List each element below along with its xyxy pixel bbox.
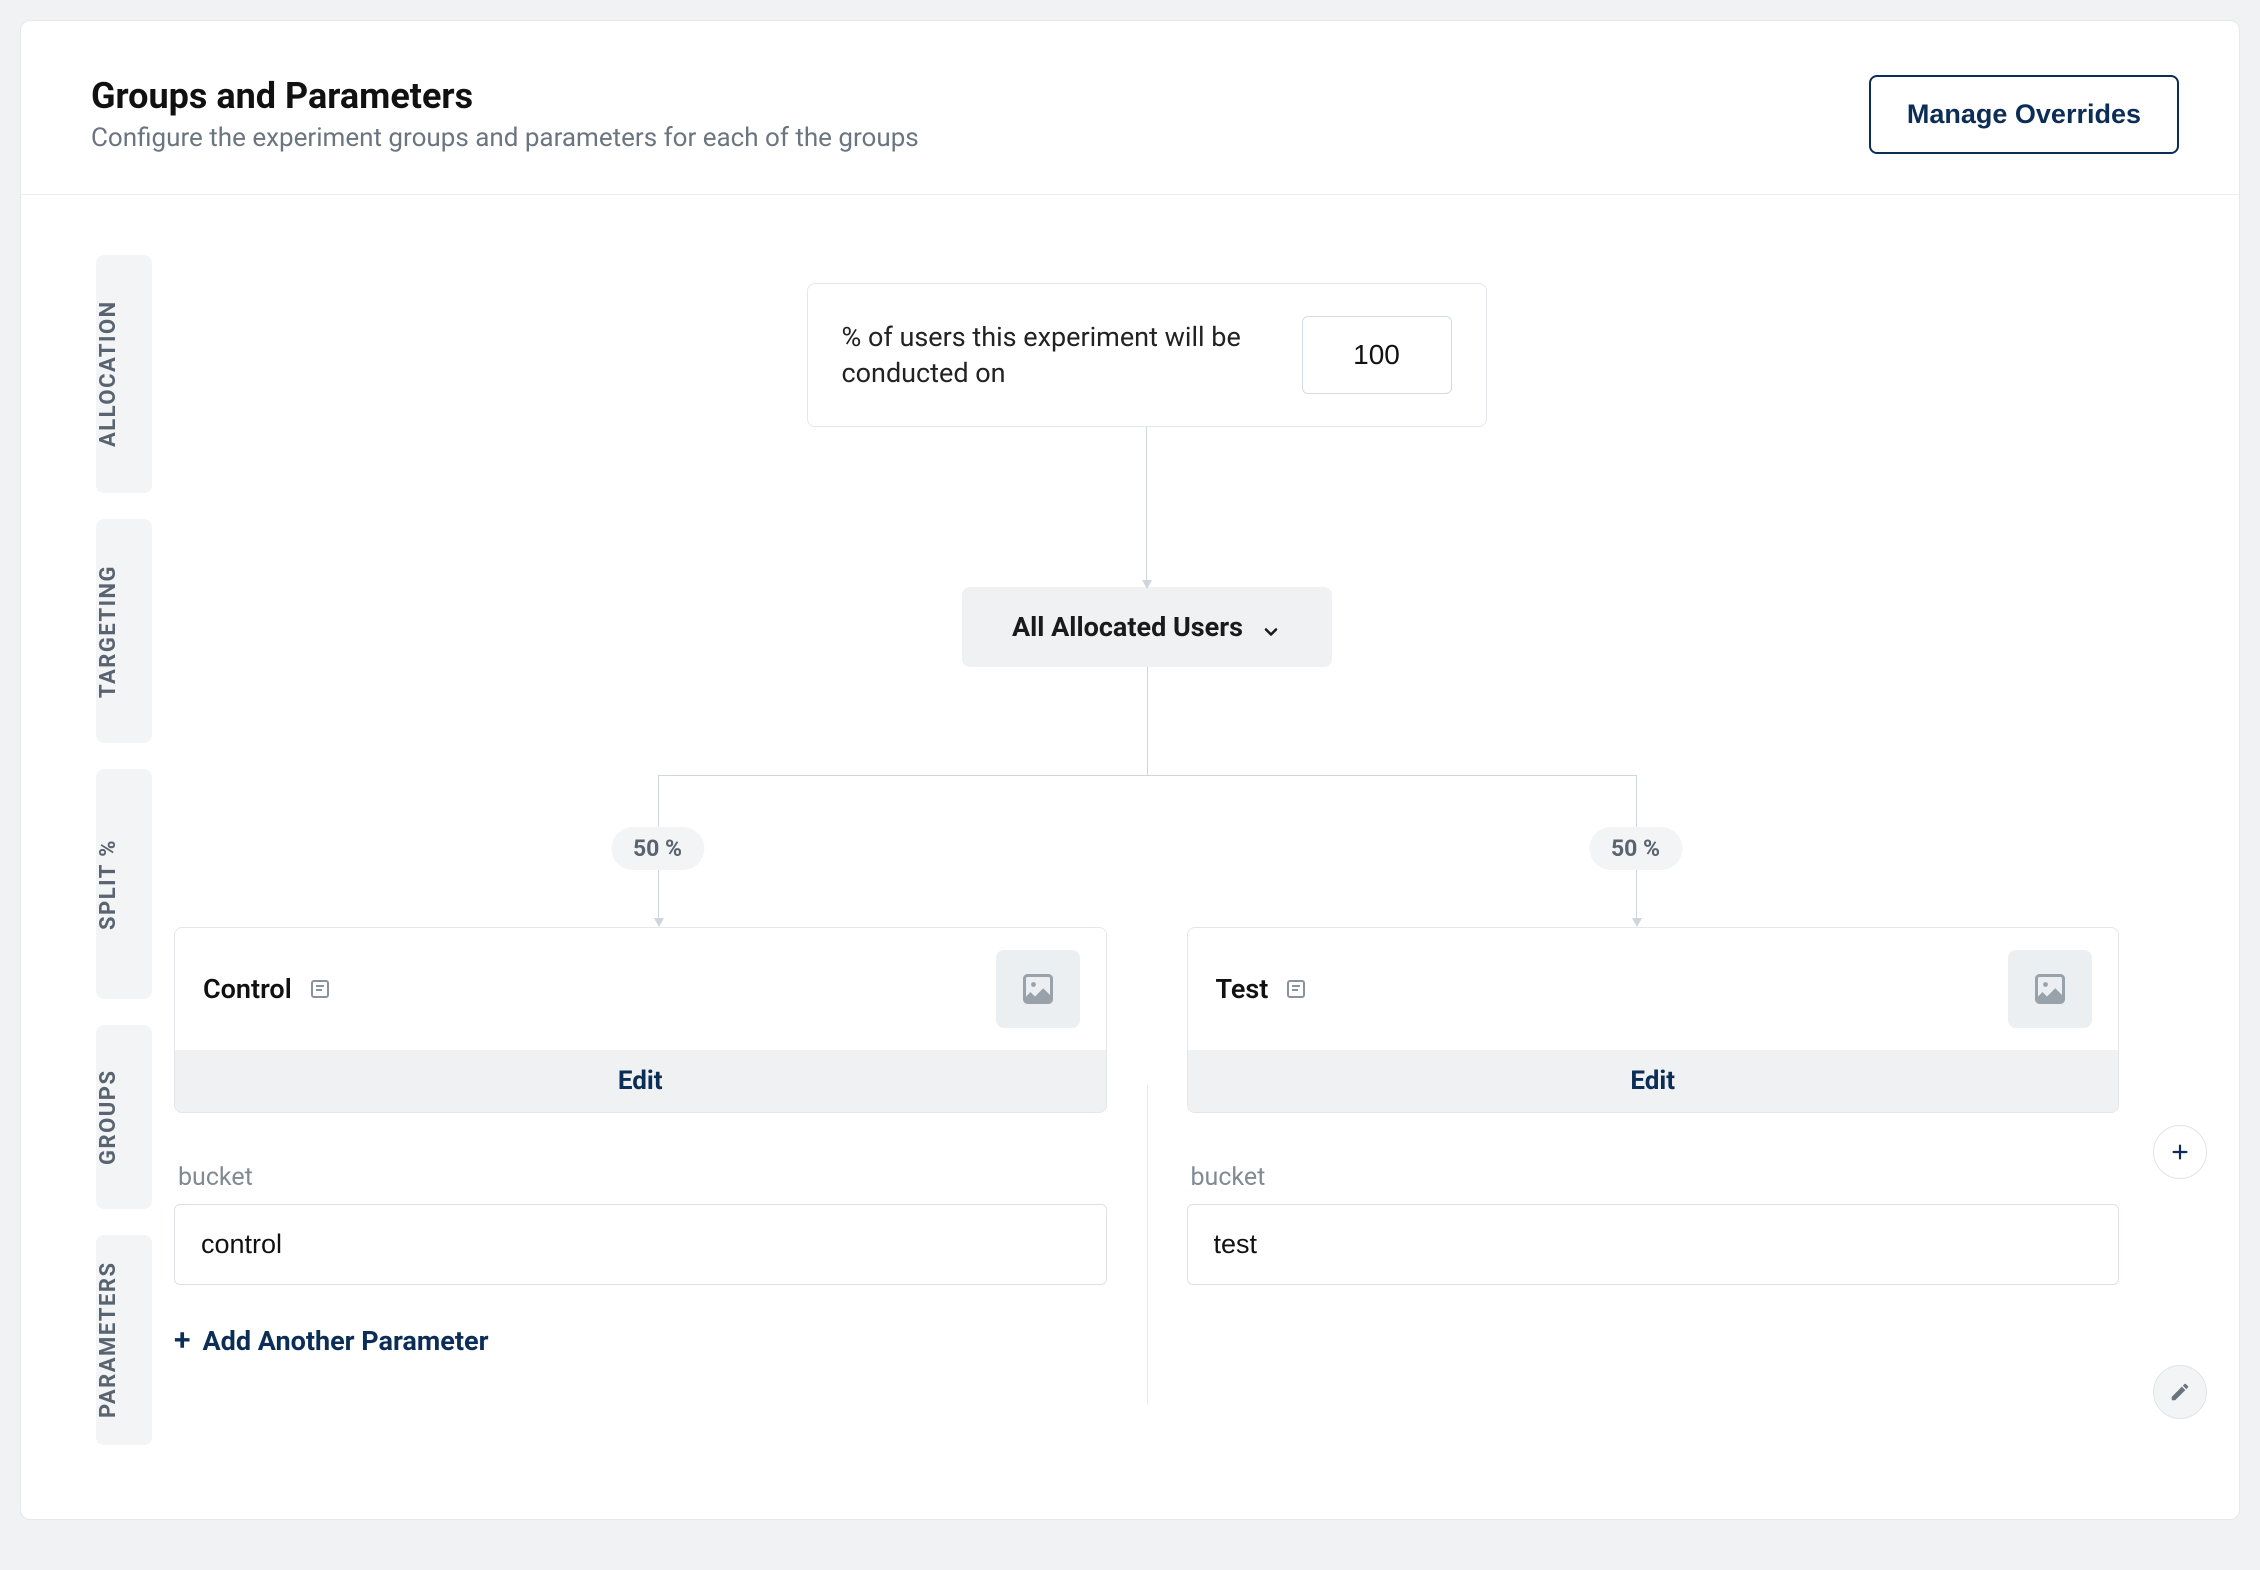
allocation-card: % of users this experiment will be condu…	[807, 283, 1487, 427]
rail-groups: GROUPS	[96, 1025, 152, 1209]
split-diagram: 50 % 50 %	[174, 667, 2119, 937]
group-column-control: Control Edit	[174, 927, 1107, 1358]
add-group-button[interactable]	[2153, 1125, 2207, 1179]
allocation-label: % of users this experiment will be condu…	[842, 319, 1262, 392]
add-parameter-label: Add Another Parameter	[203, 1325, 489, 1357]
note-icon[interactable]	[1284, 977, 1308, 1001]
connector-allocation-targeting	[1146, 427, 1147, 587]
chevron-down-icon	[1261, 617, 1281, 637]
rail-targeting: TARGETING	[96, 519, 152, 743]
targeting-dropdown[interactable]: All Allocated Users	[962, 587, 1332, 667]
split-percent-right: 50 %	[1589, 827, 1682, 870]
add-parameter-button[interactable]: + Add Another Parameter	[174, 1323, 488, 1358]
edit-parameters-button[interactable]	[2153, 1365, 2207, 1419]
parameter-value-input[interactable]	[174, 1204, 1107, 1285]
image-icon	[1020, 971, 1056, 1007]
panel-title: Groups and Parameters	[91, 75, 919, 117]
groups-parameters-panel: Groups and Parameters Configure the expe…	[20, 20, 2240, 1520]
panel-header: Groups and Parameters Configure the expe…	[21, 21, 2239, 195]
plus-icon: +	[174, 1323, 191, 1358]
parameter-label: bucket	[1191, 1163, 2120, 1192]
content-area: % of users this experiment will be condu…	[174, 255, 2199, 1445]
manage-overrides-button[interactable]: Manage Overrides	[1869, 75, 2179, 154]
split-percent-left: 50 %	[611, 827, 704, 870]
group-thumbnail-button[interactable]	[996, 950, 1080, 1028]
image-icon	[2032, 971, 2068, 1007]
section-rail: ALLOCATION TARGETING SPLIT % GROUPS PARA…	[96, 255, 152, 1445]
group-column-test: Test Edit	[1187, 927, 2120, 1358]
group-edit-button[interactable]: Edit	[1188, 1050, 2119, 1112]
group-card-control: Control Edit	[174, 927, 1107, 1113]
group-card-head: Control	[175, 928, 1106, 1050]
rail-parameters: PARAMETERS	[96, 1235, 152, 1445]
column-divider	[1147, 1085, 1148, 1405]
group-card-test: Test Edit	[1187, 927, 2120, 1113]
split-stem	[1147, 667, 1148, 775]
split-horizontal	[658, 775, 1636, 776]
note-icon[interactable]	[308, 977, 332, 1001]
header-titles: Groups and Parameters Configure the expe…	[91, 75, 919, 153]
group-edit-button[interactable]: Edit	[175, 1050, 1106, 1112]
group-card-head: Test	[1188, 928, 2119, 1050]
rail-split: SPLIT %	[96, 769, 152, 999]
group-name: Control	[203, 973, 292, 1005]
panel-subtitle: Configure the experiment groups and para…	[91, 123, 919, 153]
rail-allocation: ALLOCATION	[96, 255, 152, 493]
group-name: Test	[1216, 973, 1269, 1005]
allocation-percent-input[interactable]	[1302, 316, 1452, 394]
parameter-value-input[interactable]	[1187, 1204, 2120, 1285]
group-thumbnail-button[interactable]	[2008, 950, 2092, 1028]
targeting-selected-label: All Allocated Users	[1012, 611, 1243, 643]
parameter-label: bucket	[178, 1163, 1107, 1192]
